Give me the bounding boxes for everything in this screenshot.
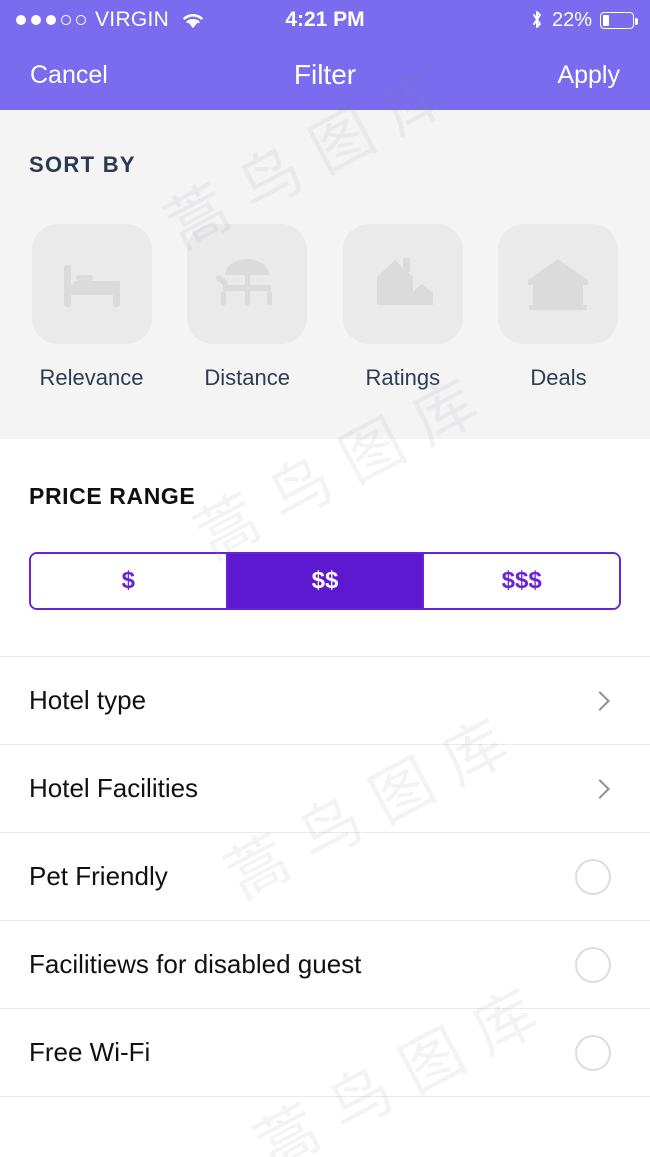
price-range-title: PRICE RANGE [29, 483, 196, 509]
sort-option-relevance[interactable]: Relevance [29, 224, 154, 391]
toggle-circle-free-wifi[interactable] [575, 1034, 611, 1071]
filter-row-label: Free Wi-Fi [29, 1037, 151, 1067]
filter-options-list: Hotel type Hotel Facilities Pet Friendly… [0, 656, 650, 1097]
bank-building-icon [528, 259, 589, 310]
signal-dot-5 [76, 15, 86, 25]
chevron-right-icon[interactable] [590, 690, 610, 711]
status-bar-right: 22% [530, 8, 638, 32]
price-segment-low[interactable]: $ [31, 554, 228, 608]
filter-row-free-wifi[interactable]: Free Wi-Fi [0, 1009, 650, 1097]
filter-row-hotel-facilities[interactable]: Hotel Facilities [0, 745, 650, 833]
section-spacer [0, 610, 650, 656]
houses-icon [376, 258, 433, 305]
signal-dot-3 [46, 15, 56, 25]
navigation-bar: Cancel Filter Apply [0, 40, 650, 110]
carrier-label: VIRGIN [95, 8, 170, 31]
sort-label-relevance: Relevance [39, 365, 144, 390]
bluetooth-icon [533, 11, 541, 28]
price-range-segmented-control: $ $$ $$$ [29, 552, 621, 610]
sort-options-grid: Relevance Distance Ratings Deals [0, 178, 650, 391]
wifi-icon [183, 14, 203, 29]
filter-row-label: Hotel Facilities [29, 773, 199, 803]
signal-dot-2 [31, 15, 41, 25]
toggle-circle-pet-friendly[interactable] [575, 858, 611, 895]
cancel-button[interactable]: Cancel [28, 57, 110, 94]
sort-by-section: SORT BY Relevance Distance Ratings Deals [0, 110, 650, 439]
apply-button[interactable]: Apply [555, 57, 622, 94]
sort-label-ratings: Ratings [365, 365, 441, 390]
sort-option-deals[interactable]: Deals [496, 224, 621, 391]
price-segment-medium[interactable]: $$ [227, 554, 425, 608]
battery-icon [600, 11, 638, 29]
sort-tile-relevance [31, 224, 152, 344]
status-bar: VIRGIN 4:21 PM 22% [0, 0, 650, 40]
toggle-circle-disabled-facilities[interactable] [575, 946, 611, 983]
signal-strength-icon [16, 15, 86, 25]
sort-option-distance[interactable]: Distance [185, 224, 310, 391]
filter-row-disabled-facilities[interactable]: Facilitiews for disabled guest [0, 921, 650, 1009]
price-segment-high[interactable]: $$$ [424, 554, 619, 608]
filter-row-label: Pet Friendly [29, 861, 168, 891]
filter-row-pet-friendly[interactable]: Pet Friendly [0, 833, 650, 921]
bed-icon [63, 265, 120, 307]
sort-tile-deals [498, 224, 619, 344]
filter-row-hotel-type[interactable]: Hotel type [0, 657, 650, 745]
signal-dot-1 [16, 15, 26, 25]
battery-percent-label: 22% [551, 8, 592, 31]
sort-label-distance: Distance [204, 365, 290, 390]
filter-row-label: Facilitiews for disabled guest [29, 949, 362, 979]
price-range-section: PRICE RANGE $ $$ $$$ [0, 439, 650, 610]
filter-row-label: Hotel type [29, 685, 147, 715]
filter-screen: VIRGIN 4:21 PM 22% Cancel Filter Apply S… [0, 0, 650, 1157]
signal-dot-4 [61, 15, 71, 25]
sort-option-ratings[interactable]: Ratings [340, 224, 465, 391]
sort-tile-ratings [342, 224, 463, 344]
sort-tile-distance [187, 224, 308, 344]
sort-by-title: SORT BY [29, 152, 136, 177]
status-bar-left: VIRGIN [16, 8, 206, 32]
beach-umbrella-icon [216, 259, 273, 305]
chevron-right-icon[interactable] [590, 778, 610, 799]
sort-label-deals: Deals [530, 365, 587, 390]
